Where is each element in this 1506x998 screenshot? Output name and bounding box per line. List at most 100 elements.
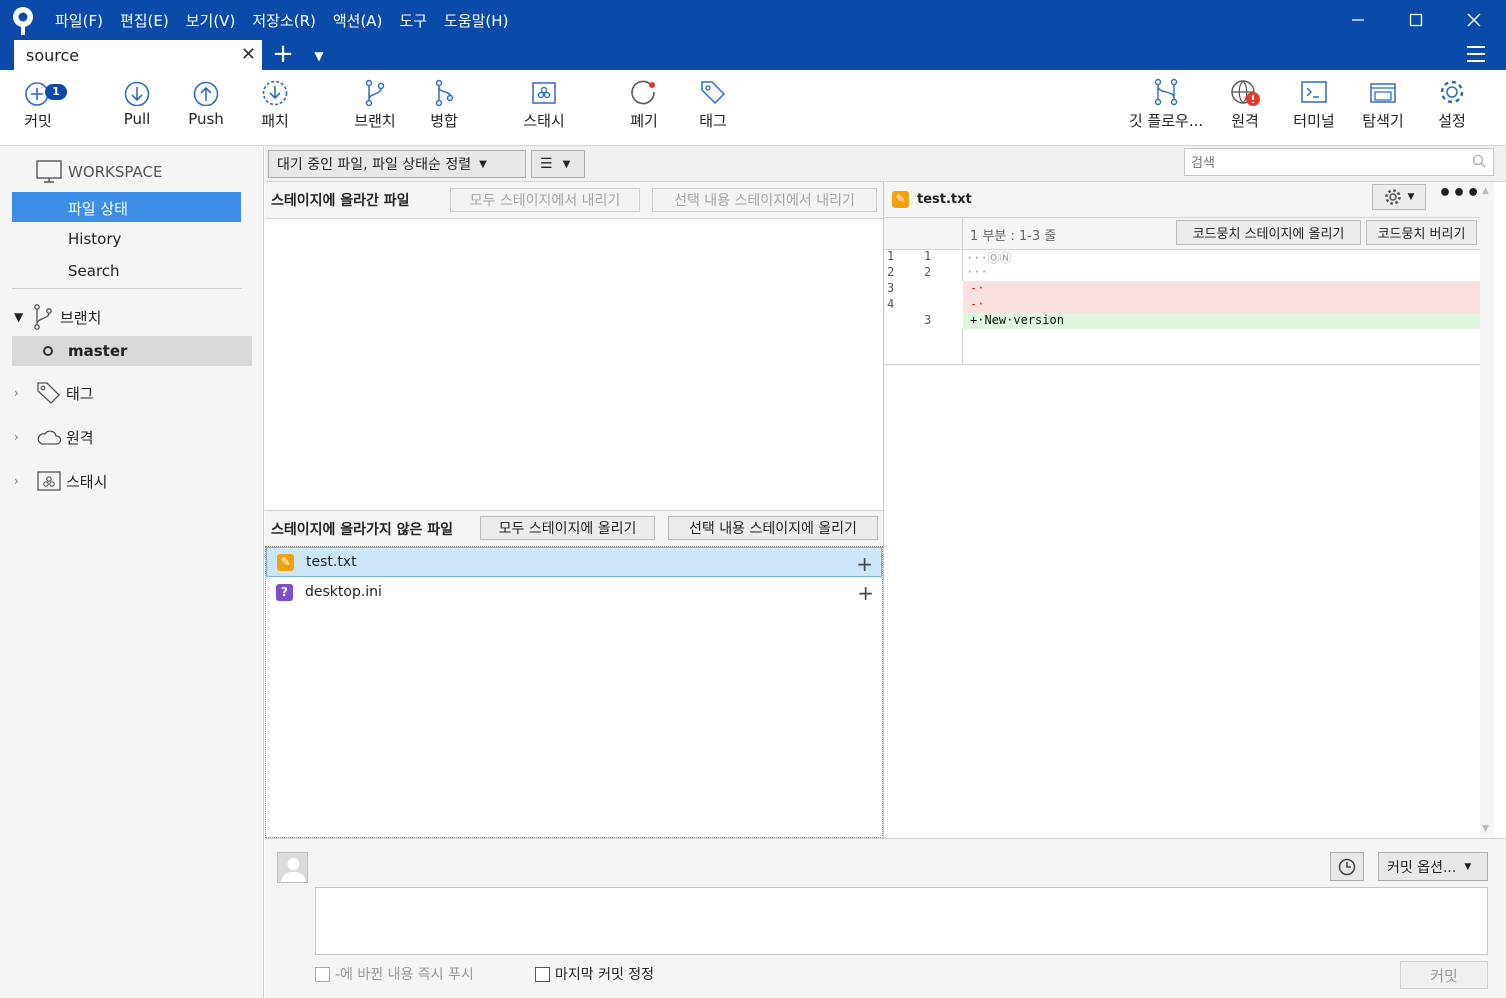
menu-file[interactable]: 파일(F) [55,10,103,31]
push-immediately-checkbox[interactable] [315,966,330,982]
menu-repository[interactable]: 저장소(R) [252,10,316,31]
tab-close-icon[interactable]: ✕ [241,44,256,65]
tab-list-dropdown-icon[interactable]: ▼ [309,40,329,70]
commit-message-input[interactable] [315,887,1488,955]
commit-count-badge: 1 [45,84,67,100]
new-tab-button[interactable]: + [270,40,296,70]
tag-button[interactable]: 태그 [678,78,748,131]
push-arrow-up-icon [193,81,219,106]
menu-help[interactable]: 도움말(H) [444,10,508,31]
chevron-right-icon: › [14,474,19,488]
remote-globe-warning-icon [1231,80,1260,106]
git-flow-icon [1154,78,1178,106]
commit-submit-button[interactable]: 커밋 [1400,961,1488,989]
diff-scrollbar[interactable]: ▲ ▼ [1480,182,1494,838]
hunk-range: 1 부분 : 1-3 줄 [970,229,1057,244]
menu-tools[interactable]: 도구 [399,10,427,31]
tag-icon [37,382,60,404]
fetch-button[interactable]: 패치 [240,78,310,131]
sidebar-item-history[interactable]: History [68,230,121,248]
user-placeholder-icon [281,858,306,882]
untracked-question-icon: ? [276,583,293,601]
discard-hunk-button[interactable]: 코드뭉치 버리기 [1366,220,1477,245]
file-row-test-txt[interactable]: ✎ test.txt + [266,547,882,577]
explorer-button[interactable]: 탐색기 [1348,78,1418,131]
stage-selected-button[interactable]: 선택 내용 스테이지에 올리기 [668,516,878,540]
push-button[interactable]: Push [171,78,241,128]
close-icon [1467,13,1481,27]
minimize-icon [1352,19,1364,21]
unstage-selected-button[interactable]: 선택 내용 스테이지에서 내리기 [652,188,877,212]
hamburger-menu-icon[interactable] [1464,42,1488,66]
staged-file-list [265,218,883,509]
view-mode-dropdown[interactable]: ☰ ▼ [531,150,585,178]
diff-line-added: 3 +·New·version [884,313,1480,329]
current-branch-dot-icon [43,346,53,356]
menu-actions[interactable]: 액션(A) [333,10,383,31]
workspace-header: WORKSPACE [36,160,162,184]
stash-box-icon [37,471,61,491]
branch-button[interactable]: 브랜치 [340,78,410,131]
pull-arrow-down-icon [124,81,150,106]
chevron-right-icon: › [14,386,19,400]
more-options-icon[interactable]: ••• [1438,183,1480,208]
close-window-button[interactable] [1444,0,1504,40]
maximize-button[interactable] [1386,0,1446,40]
stage-all-button[interactable]: 모두 스테이지에 올리기 [480,516,655,540]
merge-button[interactable]: 병합 [409,78,479,131]
title-bar: 파일(F) 편집(E) 보기(V) 저장소(R) 액션(A) 도구 도움말(H)… [0,0,1506,70]
discard-button[interactable]: 폐기 [609,78,679,131]
diff-bottom-divider [884,364,1480,365]
amend-checkbox[interactable] [535,966,550,982]
diff-options-button[interactable]: ▼ [1372,184,1426,210]
pull-button[interactable]: Pull [102,78,172,128]
branch-icon [34,304,52,330]
merge-icon [435,79,454,106]
chevron-down-icon: ▼ [1407,192,1415,202]
main-toolbar: 커밋 1 Pull Push 패치 브랜치 병합 스태시 폐기 태그 깃 플로우… [0,70,1506,146]
stash-button[interactable]: 스태시 [509,78,579,131]
sort-dropdown[interactable]: 대기 중인 파일, 파일 상태순 정렬 ▼ [268,150,526,178]
modified-pencil-icon: ✎ [277,553,294,571]
scroll-up-icon[interactable]: ▲ [1482,186,1489,196]
modified-pencil-icon: ✎ [892,191,909,208]
minimize-button[interactable] [1328,0,1388,40]
terminal-button[interactable]: 터미널 [1279,78,1349,131]
repo-tab-title: source [26,45,80,65]
monitor-icon [36,160,62,183]
repo-tab[interactable]: source ✕ [14,40,262,70]
commit-button[interactable]: 커밋 1 [3,78,73,131]
diff-line: 2 2 ··· [887,265,988,279]
chevron-down-icon: ▼ [14,310,24,324]
commit-history-button[interactable] [1330,852,1364,881]
fetch-icon [262,80,288,106]
scroll-down-icon[interactable]: ▼ [1482,824,1489,834]
push-immediately-option[interactable]: -에 바뀐 내용 즉시 푸시 [315,964,474,984]
list-view-icon: ☰ [540,156,553,172]
sidebar-tags-header[interactable]: › 태그 [14,380,94,406]
menu-edit[interactable]: 편집(E) [120,10,169,31]
sidebar-remotes-header[interactable]: › 원격 [14,424,94,450]
stage-file-plus-icon[interactable]: + [857,581,874,605]
settings-button[interactable]: 설정 [1417,78,1487,131]
avatar [277,852,308,883]
explorer-folder-icon [1370,83,1396,103]
unstage-all-button[interactable]: 모두 스테이지에서 내리기 [450,188,640,212]
discard-refresh-icon [631,80,655,105]
search-input[interactable] [1184,148,1494,176]
chevron-right-icon: › [14,430,19,444]
sidebar-branch-master[interactable]: master [12,336,252,366]
stage-file-plus-icon[interactable]: + [856,552,873,576]
sidebar-item-search[interactable]: Search [68,262,120,280]
sidebar-branches-header[interactable]: ▼ 브랜치 [14,304,101,330]
sidebar-item-file-status[interactable]: 파일 상태 [12,192,241,222]
stage-hunk-button[interactable]: 코드뭉치 스테이지에 올리기 [1176,220,1361,245]
menu-view[interactable]: 보기(V) [186,10,236,31]
sidebar-stashes-header[interactable]: › 스태시 [14,468,107,494]
git-flow-button[interactable]: 깃 플로우... [1123,78,1209,131]
sidebar-divider [12,288,242,289]
commit-options-dropdown[interactable]: 커밋 옵션... ▼ [1378,852,1488,881]
remote-button[interactable]: 원격 [1210,78,1280,131]
amend-option[interactable]: 마지막 커밋 정정 [535,964,654,984]
file-row-desktop-ini[interactable]: ? desktop.ini + [266,577,882,607]
